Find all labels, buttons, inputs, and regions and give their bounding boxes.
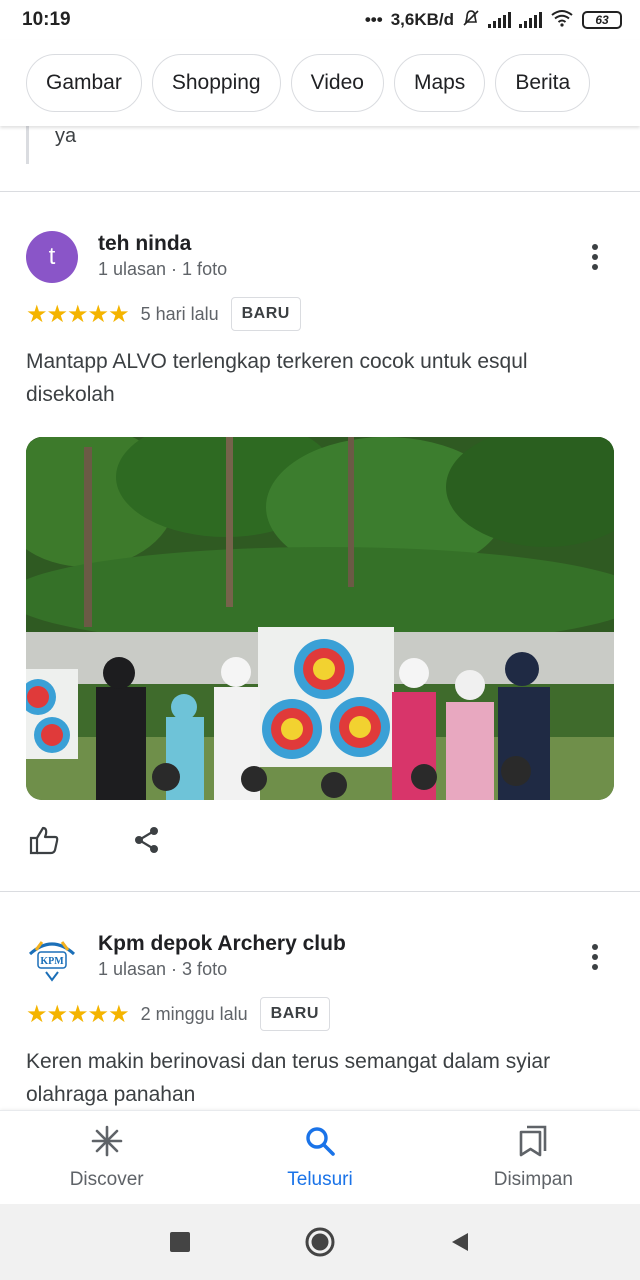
club-logo-text: KPM [40, 956, 64, 967]
status-bar: 10:19 ••• 3,6KB/d 63 [0, 0, 640, 40]
rating-row: ★★★★★ 2 minggu lalu BARU [26, 997, 330, 1031]
signal-2-icon [519, 12, 542, 28]
status-icons: ••• 3,6KB/d 63 [365, 9, 622, 32]
new-badge: BARU [230, 297, 301, 331]
nav-disimpan[interactable]: Disimpan [427, 1111, 640, 1204]
nav-discover[interactable]: Discover [0, 1111, 213, 1204]
new-badge: BARU [259, 997, 330, 1031]
reviewer-meta: 1 ulasan · 3 foto [98, 959, 228, 979]
avatar[interactable]: t [26, 231, 78, 283]
rating-row: ★★★★★ 5 hari lalu BARU [26, 297, 301, 331]
chip-maps[interactable]: Maps [393, 54, 486, 112]
dots-indicator: ••• [364, 10, 383, 29]
more-options-button[interactable] [580, 237, 610, 277]
mute-bell-icon [462, 9, 480, 32]
nav-telusuri[interactable]: Telusuri [213, 1111, 426, 1204]
signal-icon [488, 12, 511, 28]
net-speed: 3,6KB/d [390, 10, 454, 29]
more-options-button[interactable] [580, 937, 610, 977]
chip-berita[interactable]: Berita [495, 54, 591, 112]
wifi-icon [550, 9, 574, 32]
recents-button[interactable] [160, 1222, 200, 1262]
search-icon [303, 1124, 337, 1163]
like-icon[interactable] [26, 822, 62, 858]
share-icon[interactable] [129, 822, 165, 858]
bookmarks-icon [516, 1124, 550, 1163]
review-card: t teh ninda 1 ulasan · 1 foto ★★★★★ 5 ha… [0, 192, 640, 892]
star-rating: ★★★★★ [26, 300, 130, 328]
nav-label: Disimpan [493, 1169, 573, 1190]
search-filter-chips: Gambar Shopping Video Maps Berita [0, 40, 640, 126]
home-button[interactable] [300, 1222, 340, 1262]
nav-label: Discover [69, 1169, 144, 1190]
review-date: 5 hari lalu [140, 303, 219, 324]
star-rating: ★★★★★ [26, 1000, 130, 1028]
review-text: Keren makin berinovasi dan terus semanga… [26, 1050, 551, 1106]
battery-icon: 63 [582, 11, 622, 29]
chip-video[interactable]: Video [290, 54, 384, 112]
status-time: 10:19 [22, 9, 71, 30]
review-date: 2 minggu lalu [140, 1003, 248, 1024]
review-card: KPM Kpm depok Archery club 1 ulasan · 3 … [0, 892, 640, 1110]
club-logo-avatar[interactable]: KPM [26, 932, 78, 984]
reviewer-meta: 1 ulasan · 1 foto [98, 259, 228, 279]
review-photo[interactable] [26, 437, 614, 800]
asterisk-icon [90, 1124, 124, 1163]
chip-shopping[interactable]: Shopping [151, 54, 281, 112]
system-navigation-bar [0, 1204, 640, 1280]
nav-label: Telusuri [287, 1169, 353, 1190]
reviewer-name[interactable]: Kpm depok Archery club [98, 932, 346, 956]
back-button[interactable] [440, 1222, 480, 1262]
chip-gambar[interactable]: Gambar [26, 54, 142, 112]
reviewer-name[interactable]: teh ninda [98, 232, 191, 256]
review-text: Mantapp ALVO terlengkap terkeren cocok u… [26, 350, 528, 406]
bottom-navigation: Discover Telusuri Disimpan [0, 1110, 640, 1204]
